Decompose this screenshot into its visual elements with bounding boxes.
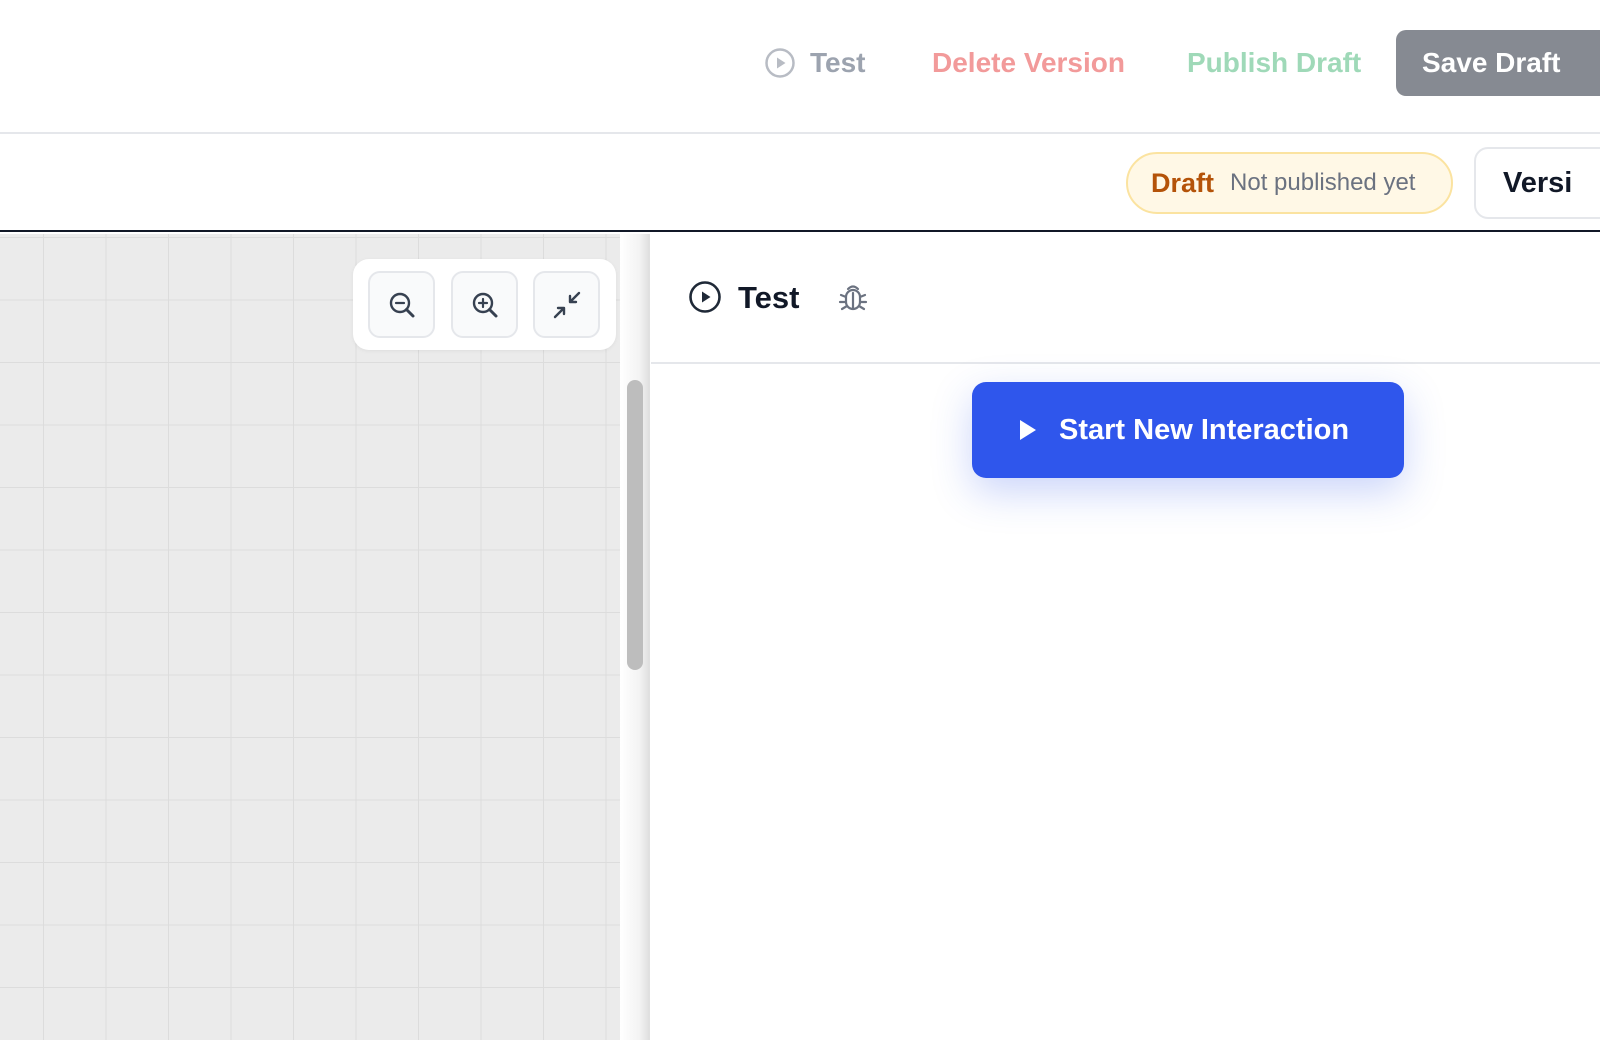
- publish-draft-button[interactable]: Publish Draft: [1187, 44, 1361, 82]
- bug-icon[interactable]: [837, 281, 869, 315]
- start-button-label: Start New Interaction: [1059, 414, 1350, 446]
- scrollbar-thumb[interactable]: [627, 380, 643, 670]
- zoom-in-button[interactable]: [451, 271, 518, 338]
- play-circle-icon: [689, 281, 721, 313]
- delete-version-button[interactable]: Delete Version: [932, 44, 1125, 82]
- panel-splitter[interactable]: [620, 234, 650, 1040]
- test-panel-title: Test: [738, 280, 800, 315]
- zoom-out-button[interactable]: [368, 271, 435, 338]
- test-button[interactable]: Test: [764, 44, 866, 82]
- play-circle-icon: [765, 48, 795, 78]
- play-icon: [1020, 420, 1036, 440]
- collapse-icon: [553, 291, 580, 318]
- draft-status-badge: Draft Not published yet: [1126, 152, 1453, 214]
- top-toolbar: Test Delete Version Publish Draft Save D…: [0, 0, 1600, 134]
- zoom-out-icon: [389, 292, 414, 317]
- status-bar: Draft Not published yet Versi: [0, 134, 1600, 232]
- draft-label: Draft: [1151, 167, 1215, 198]
- start-new-interaction-button[interactable]: Start New Interaction: [972, 382, 1404, 478]
- version-button[interactable]: Versi: [1474, 147, 1600, 219]
- save-draft-button[interactable]: Save Draft: [1396, 30, 1600, 96]
- fit-view-button[interactable]: [533, 271, 600, 338]
- test-panel-header: Test: [651, 234, 1600, 364]
- zoom-controls: [353, 259, 616, 350]
- draft-subtext: Not published yet: [1230, 169, 1416, 196]
- zoom-in-icon: [472, 292, 497, 317]
- flow-canvas[interactable]: [0, 234, 620, 1040]
- test-panel: Test Start New Interaction: [651, 234, 1600, 1040]
- test-button-label: Test: [810, 47, 866, 78]
